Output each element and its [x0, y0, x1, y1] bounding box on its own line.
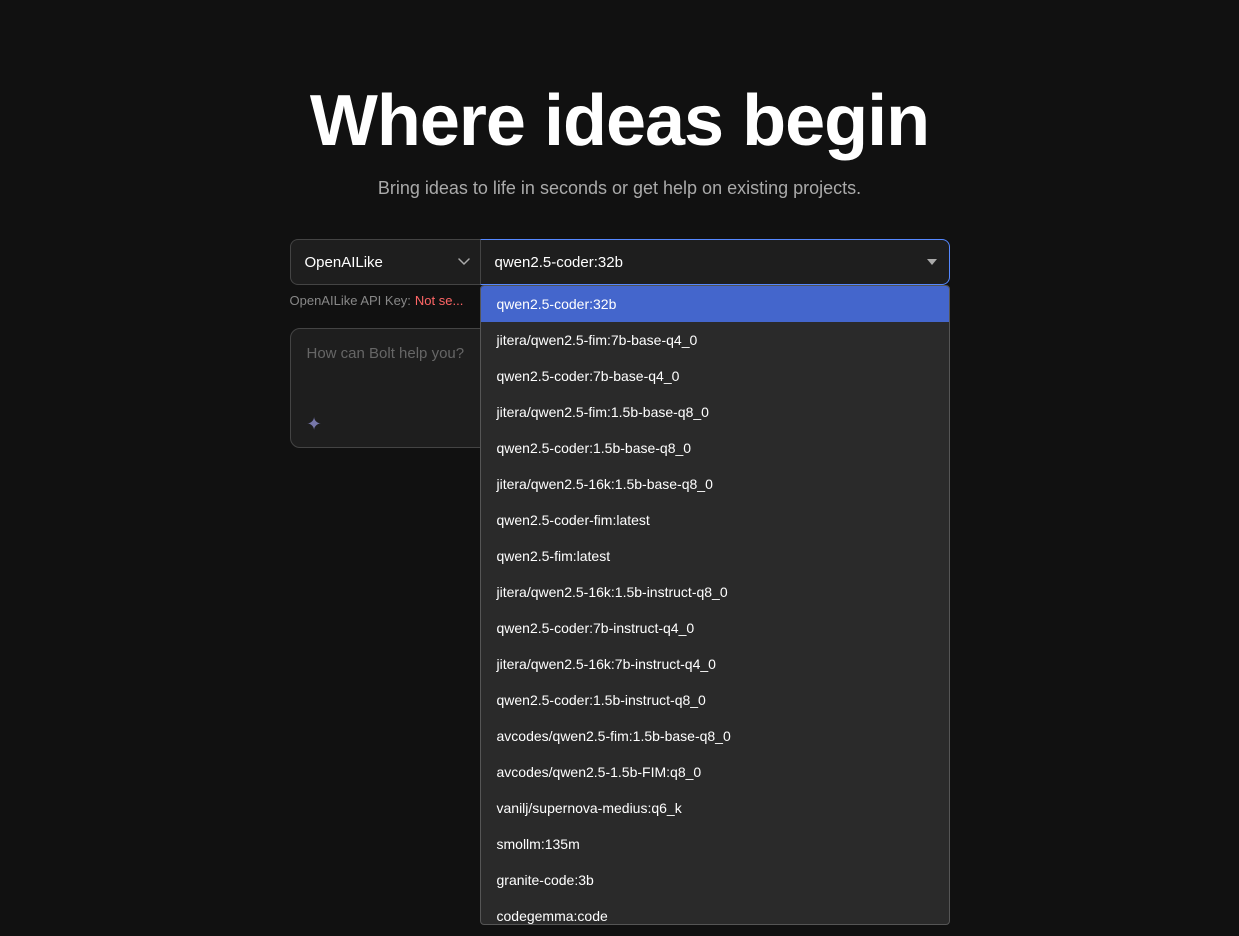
api-key-label: OpenAILike API Key: — [290, 293, 411, 308]
hero-subtitle: Bring ideas to life in seconds or get he… — [378, 178, 861, 199]
dropdown-item[interactable]: qwen2.5-coder:1.5b-base-q8_0 — [481, 430, 949, 466]
hero-section: Where ideas begin Bring ideas to life in… — [0, 0, 1239, 538]
dropdown-item[interactable]: jitera/qwen2.5-fim:1.5b-base-q8_0 — [481, 394, 949, 430]
dropdown-item[interactable]: qwen2.5-coder:1.5b-instruct-q8_0 — [481, 682, 949, 718]
api-key-value: Not se... — [415, 293, 463, 308]
dropdown-item[interactable]: jitera/qwen2.5-fim:7b-base-q4_0 — [481, 322, 949, 358]
controls-row: OpenAILike OpenAI Anthropic Ollama Gemin… — [290, 239, 950, 285]
dropdown-item[interactable]: qwen2.5-fim:latest — [481, 538, 949, 574]
dropdown-item[interactable]: codegemma:code — [481, 898, 949, 924]
sparkle-icon[interactable]: ✦ — [307, 414, 322, 435]
prompt-placeholder: How can Bolt help you? — [307, 345, 465, 362]
dropdown-item[interactable]: jitera/qwen2.5-16k:1.5b-base-q8_0 — [481, 466, 949, 502]
dropdown-item[interactable]: granite-code:3b — [481, 862, 949, 898]
model-select-display[interactable]: qwen2.5-coder:32b — [480, 239, 950, 285]
dropdown-item[interactable]: qwen2.5-coder:32b — [481, 286, 949, 322]
model-dropdown: qwen2.5-coder:32bjitera/qwen2.5-fim:7b-b… — [480, 285, 950, 925]
model-select-wrapper: qwen2.5-coder:32b qwen2.5-coder:32bjiter… — [480, 239, 950, 285]
dropdown-item[interactable]: jitera/qwen2.5-16k:7b-instruct-q4_0 — [481, 646, 949, 682]
model-dropdown-list[interactable]: qwen2.5-coder:32bjitera/qwen2.5-fim:7b-b… — [481, 286, 949, 924]
dropdown-item[interactable]: jitera/qwen2.5-16k:1.5b-instruct-q8_0 — [481, 574, 949, 610]
dropdown-item[interactable]: avcodes/qwen2.5-1.5b-FIM:q8_0 — [481, 754, 949, 790]
provider-select[interactable]: OpenAILike OpenAI Anthropic Ollama Gemin… — [290, 239, 480, 285]
dropdown-item[interactable]: qwen2.5-coder:7b-instruct-q4_0 — [481, 610, 949, 646]
dropdown-item[interactable]: vanilj/supernova-medius:q6_k — [481, 790, 949, 826]
dropdown-item[interactable]: qwen2.5-coder-fim:latest — [481, 502, 949, 538]
dropdown-item[interactable]: qwen2.5-coder:7b-base-q4_0 — [481, 358, 949, 394]
dropdown-item[interactable]: smollm:135m — [481, 826, 949, 862]
page-title: Where ideas begin — [310, 80, 929, 162]
dropdown-item[interactable]: avcodes/qwen2.5-fim:1.5b-base-q8_0 — [481, 718, 949, 754]
